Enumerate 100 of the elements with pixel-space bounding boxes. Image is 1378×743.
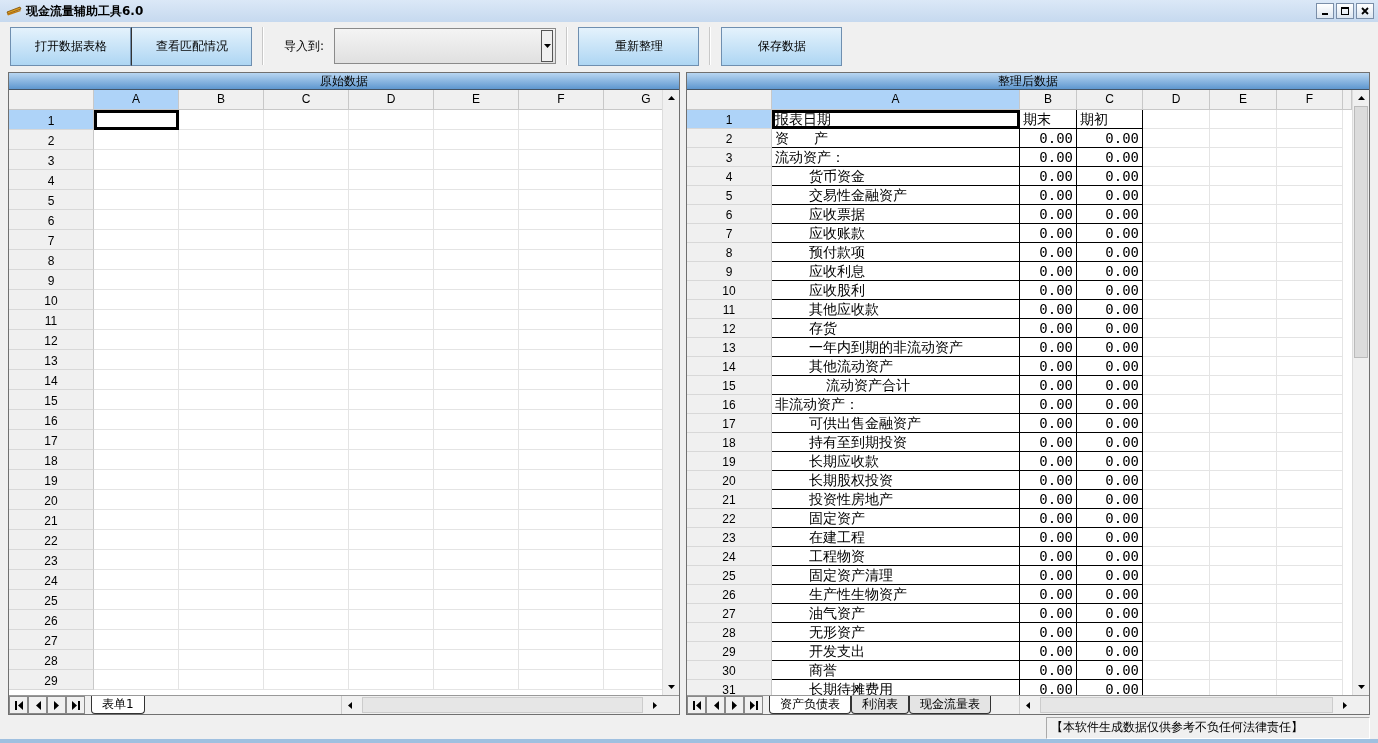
row-header[interactable]: 6 bbox=[687, 205, 772, 224]
column-header[interactable]: E bbox=[1210, 90, 1277, 110]
row-header[interactable]: 1 bbox=[9, 110, 94, 130]
window-title: 现金流量辅助工具6.0 bbox=[26, 2, 144, 20]
row-header[interactable]: 28 bbox=[9, 650, 94, 670]
row-header[interactable]: 4 bbox=[687, 167, 772, 186]
sheet-tab[interactable]: 资产负债表 bbox=[769, 696, 851, 714]
row-header[interactable]: 13 bbox=[9, 350, 94, 370]
column-header[interactable]: C bbox=[1077, 90, 1143, 110]
column-header[interactable]: F bbox=[1277, 90, 1343, 110]
row-header[interactable]: 18 bbox=[687, 433, 772, 452]
row-header[interactable]: 26 bbox=[9, 610, 94, 630]
column-header[interactable]: D bbox=[349, 90, 434, 110]
column-header[interactable]: B bbox=[1020, 90, 1077, 110]
row-header[interactable]: 7 bbox=[9, 230, 94, 250]
row-header[interactable]: 17 bbox=[9, 430, 94, 450]
row-header[interactable]: 30 bbox=[687, 661, 772, 680]
table-cell: 0.00 bbox=[1077, 186, 1143, 205]
row-header[interactable]: 19 bbox=[9, 470, 94, 490]
table-cell: 0.00 bbox=[1077, 585, 1143, 604]
row-header[interactable]: 21 bbox=[687, 490, 772, 509]
row-header[interactable]: 13 bbox=[687, 338, 772, 357]
table-cell: 0.00 bbox=[1020, 376, 1077, 395]
row-header[interactable]: 6 bbox=[9, 210, 94, 230]
row-header[interactable]: 28 bbox=[687, 623, 772, 642]
row-header[interactable]: 3 bbox=[9, 150, 94, 170]
toolbar-button[interactable]: 重新整理 bbox=[578, 26, 700, 66]
row-header[interactable]: 25 bbox=[9, 590, 94, 610]
row-header[interactable]: 15 bbox=[9, 390, 94, 410]
table-cell: 固定资产 bbox=[772, 509, 1020, 528]
row-header[interactable]: 22 bbox=[9, 530, 94, 550]
row-header[interactable]: 10 bbox=[9, 290, 94, 310]
table-cell: 0.00 bbox=[1077, 224, 1143, 243]
row-header[interactable]: 12 bbox=[9, 330, 94, 350]
row-header[interactable]: 19 bbox=[687, 452, 772, 471]
table-cell: 期初 bbox=[1077, 110, 1143, 129]
disclaimer-text: 【本软件生成数据仅供参考不负任何法律责任】 bbox=[1046, 717, 1370, 739]
row-header[interactable]: 3 bbox=[687, 148, 772, 167]
table-cell: 0.00 bbox=[1020, 471, 1077, 490]
table-cell: 0.00 bbox=[1077, 604, 1143, 623]
row-header[interactable]: 1 bbox=[687, 110, 772, 129]
row-header[interactable]: 15 bbox=[687, 376, 772, 395]
row-header[interactable]: 17 bbox=[687, 414, 772, 433]
table-cell: 0.00 bbox=[1077, 205, 1143, 224]
column-header[interactable]: E bbox=[434, 90, 519, 110]
table-cell: 存货 bbox=[772, 319, 1020, 338]
table-cell: 工程物资 bbox=[772, 547, 1020, 566]
row-header[interactable]: 23 bbox=[687, 528, 772, 547]
table-cell: 期末 bbox=[1020, 110, 1077, 129]
row-header[interactable]: 26 bbox=[687, 585, 772, 604]
row-header[interactable]: 22 bbox=[687, 509, 772, 528]
row-header[interactable]: 20 bbox=[687, 471, 772, 490]
column-header[interactable]: B bbox=[179, 90, 264, 110]
row-header[interactable]: 27 bbox=[9, 630, 94, 650]
table-cell: 应收股利 bbox=[772, 281, 1020, 300]
row-header[interactable]: 8 bbox=[9, 250, 94, 270]
table-cell: 非流动资产： bbox=[772, 395, 1020, 414]
table-cell: 0.00 bbox=[1020, 129, 1077, 148]
row-header[interactable]: 21 bbox=[9, 510, 94, 530]
table-cell: 0.00 bbox=[1077, 642, 1143, 661]
row-header[interactable]: 2 bbox=[687, 129, 772, 148]
row-header[interactable]: 31 bbox=[687, 680, 772, 695]
row-header[interactable]: 20 bbox=[9, 490, 94, 510]
row-header[interactable]: 25 bbox=[687, 566, 772, 585]
column-header[interactable]: G bbox=[604, 90, 662, 110]
row-header[interactable]: 14 bbox=[9, 370, 94, 390]
row-header[interactable]: 11 bbox=[9, 310, 94, 330]
column-header[interactable]: D bbox=[1143, 90, 1210, 110]
column-header[interactable]: A bbox=[772, 90, 1020, 110]
sheet-tab[interactable]: 现金流量表 bbox=[909, 696, 991, 714]
row-header[interactable]: 5 bbox=[687, 186, 772, 205]
column-header[interactable]: C bbox=[264, 90, 349, 110]
row-header[interactable]: 23 bbox=[9, 550, 94, 570]
sheet-tab[interactable]: 表单1 bbox=[91, 696, 145, 714]
row-header[interactable]: 29 bbox=[9, 670, 94, 690]
toolbar-button[interactable]: 查看匹配情况 bbox=[131, 26, 252, 66]
toolbar-button[interactable]: 保存数据 bbox=[721, 26, 843, 66]
column-header[interactable]: A bbox=[94, 90, 179, 110]
row-header[interactable]: 9 bbox=[9, 270, 94, 290]
row-header[interactable]: 10 bbox=[687, 281, 772, 300]
table-cell: 0.00 bbox=[1077, 490, 1143, 509]
row-header[interactable]: 8 bbox=[687, 243, 772, 262]
row-header[interactable]: 29 bbox=[687, 642, 772, 661]
row-header[interactable]: 12 bbox=[687, 319, 772, 338]
row-header[interactable]: 9 bbox=[687, 262, 772, 281]
row-header[interactable]: 27 bbox=[687, 604, 772, 623]
row-header[interactable]: 7 bbox=[687, 224, 772, 243]
row-header[interactable]: 14 bbox=[687, 357, 772, 376]
row-header[interactable]: 2 bbox=[9, 130, 94, 150]
toolbar-button[interactable]: 打开数据表格 bbox=[10, 26, 131, 66]
row-header[interactable]: 16 bbox=[687, 395, 772, 414]
column-header[interactable]: F bbox=[519, 90, 604, 110]
sheet-tab[interactable]: 利润表 bbox=[851, 696, 909, 714]
row-header[interactable]: 18 bbox=[9, 450, 94, 470]
row-header[interactable]: 4 bbox=[9, 170, 94, 190]
row-header[interactable]: 11 bbox=[687, 300, 772, 319]
row-header[interactable]: 24 bbox=[687, 547, 772, 566]
row-header[interactable]: 5 bbox=[9, 190, 94, 210]
row-header[interactable]: 24 bbox=[9, 570, 94, 590]
row-header[interactable]: 16 bbox=[9, 410, 94, 430]
